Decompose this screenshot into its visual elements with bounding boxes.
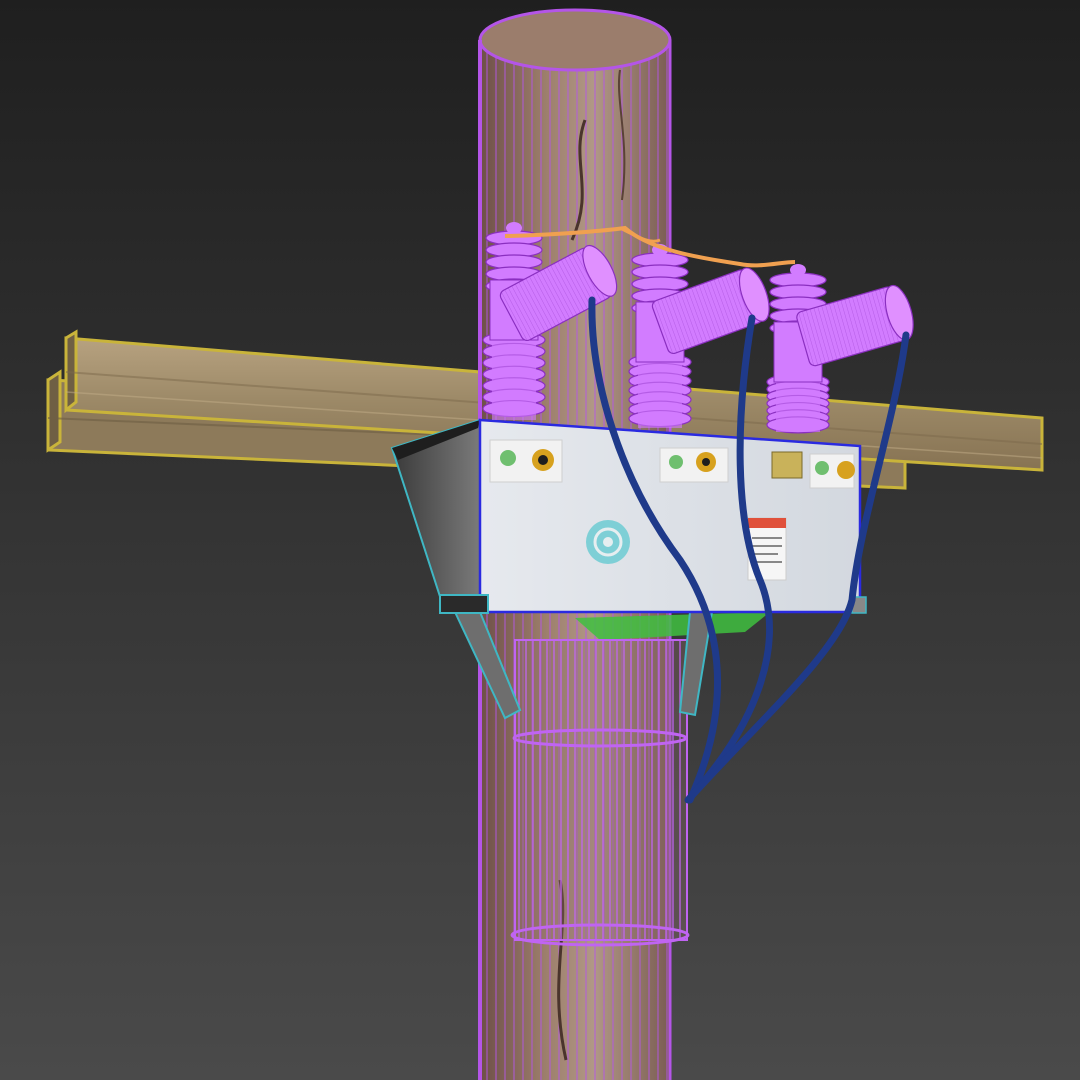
box-decal-center — [659, 447, 729, 483]
control-cabinet-wrap[interactable] — [510, 639, 690, 947]
3d-viewport — [0, 0, 1080, 1080]
box-decal-left — [489, 439, 563, 483]
recloser-box[interactable] — [390, 418, 867, 614]
box-logo-emblem — [586, 520, 630, 564]
3d-scene — [0, 0, 1080, 1080]
